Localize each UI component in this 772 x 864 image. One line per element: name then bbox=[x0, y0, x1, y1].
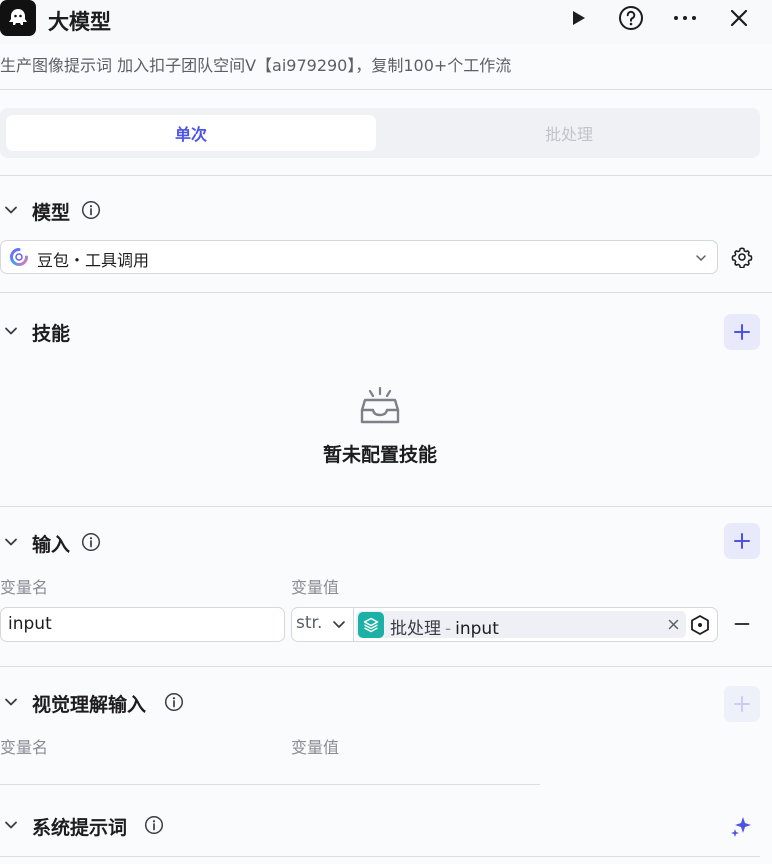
close-icon bbox=[730, 9, 748, 27]
add-skill-button[interactable] bbox=[724, 314, 760, 350]
reference-separator: - bbox=[445, 619, 452, 639]
chevron-down-icon[interactable] bbox=[4, 695, 18, 709]
info-icon[interactable] bbox=[164, 692, 184, 712]
empty-inbox-icon bbox=[360, 386, 400, 424]
plus-icon bbox=[734, 324, 750, 340]
variable-name-input[interactable]: input bbox=[0, 607, 285, 642]
doubao-model-icon bbox=[10, 248, 28, 266]
variable-value-header: 变量值 bbox=[291, 738, 340, 757]
layers-icon bbox=[358, 612, 384, 638]
divider bbox=[0, 89, 772, 90]
divider bbox=[0, 856, 760, 857]
help-button[interactable] bbox=[618, 5, 644, 31]
tab-batch[interactable]: 批处理 bbox=[384, 115, 754, 151]
run-button[interactable] bbox=[565, 5, 591, 31]
type-select-value: str. bbox=[296, 613, 323, 633]
variable-value-header: 变量值 bbox=[291, 578, 340, 597]
node-header: 大模型 bbox=[0, 0, 772, 44]
variable-name-header: 变量名 bbox=[0, 578, 49, 597]
ai-sparkle-icon[interactable] bbox=[730, 814, 754, 838]
chevron-down-icon bbox=[333, 621, 345, 629]
help-icon bbox=[619, 6, 643, 30]
chevron-down-icon[interactable] bbox=[4, 203, 18, 217]
remove-row-minus-icon[interactable] bbox=[734, 616, 750, 632]
variable-reference-chip[interactable]: 批处理 - input bbox=[356, 611, 686, 639]
input-section-title: 输入 bbox=[32, 534, 71, 556]
chevron-down-icon[interactable] bbox=[4, 324, 18, 338]
model-select-value: 豆包・工具调用 bbox=[37, 251, 150, 270]
reference-text: 批处理 - input bbox=[390, 614, 499, 639]
model-select[interactable]: 豆包・工具调用 bbox=[0, 240, 718, 274]
play-icon bbox=[573, 11, 585, 25]
variable-picker-icon[interactable] bbox=[689, 614, 711, 636]
chevron-down-icon[interactable] bbox=[4, 818, 18, 832]
reference-source: 批处理 bbox=[390, 619, 441, 639]
divider bbox=[0, 784, 540, 785]
add-input-button[interactable] bbox=[724, 523, 760, 559]
skills-section-title: 技能 bbox=[32, 323, 71, 345]
more-icon bbox=[674, 16, 696, 20]
close-button[interactable] bbox=[726, 5, 752, 31]
plus-icon bbox=[734, 533, 750, 549]
divider bbox=[0, 506, 772, 507]
plus-icon bbox=[734, 696, 750, 712]
system-prompt-section-title: 系统提示词 bbox=[32, 817, 128, 839]
info-icon[interactable] bbox=[81, 200, 101, 220]
node-title: 大模型 bbox=[48, 10, 111, 34]
divider bbox=[0, 292, 772, 293]
variable-name-header: 变量名 bbox=[0, 738, 49, 757]
chevron-down-icon bbox=[696, 255, 706, 262]
mode-tabs: 单次 批处理 bbox=[0, 108, 760, 158]
reference-variable: input bbox=[455, 619, 499, 639]
skills-empty-text: 暂未配置技能 bbox=[322, 444, 437, 466]
node-description: 生产图像提示词 加入扣子团队空间V【ai979290】，复制100+个工作流 bbox=[0, 56, 512, 75]
tab-single[interactable]: 单次 bbox=[6, 115, 376, 151]
more-button[interactable] bbox=[672, 5, 698, 31]
info-icon[interactable] bbox=[144, 815, 164, 835]
chevron-down-icon[interactable] bbox=[4, 535, 18, 549]
model-section-title: 模型 bbox=[32, 202, 71, 224]
add-vision-input-button[interactable] bbox=[724, 686, 760, 722]
model-settings-gear-icon[interactable] bbox=[731, 246, 753, 268]
clear-reference-icon[interactable] bbox=[668, 619, 679, 630]
node-logo-icon bbox=[0, 0, 36, 36]
vision-input-section-title: 视觉理解输入 bbox=[32, 694, 147, 716]
variable-value-field: str. 批处理 - input bbox=[291, 607, 718, 642]
type-select[interactable]: str. bbox=[292, 608, 354, 641]
divider bbox=[0, 666, 772, 667]
info-icon[interactable] bbox=[81, 532, 101, 552]
divider bbox=[0, 175, 772, 176]
